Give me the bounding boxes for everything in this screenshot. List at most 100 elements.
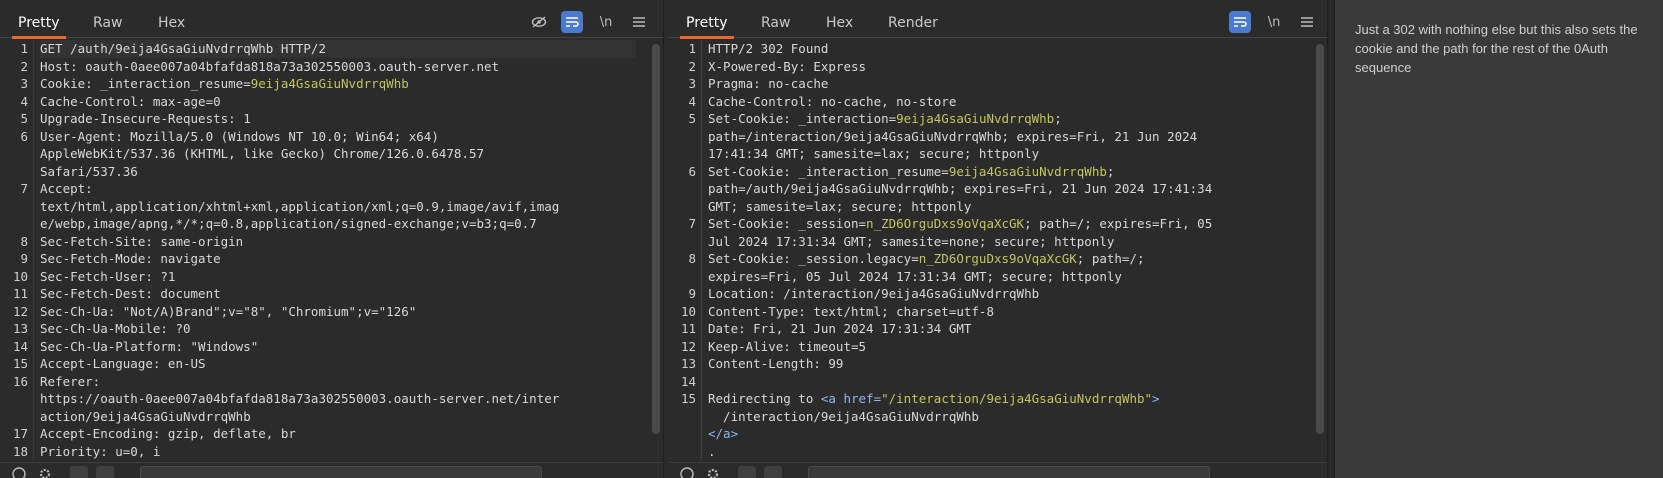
response-scrollbar[interactable] bbox=[1314, 40, 1326, 460]
code-line: 8 Sec-Fetch-Site: same-origin bbox=[20, 233, 636, 251]
line-text: . bbox=[708, 443, 1300, 461]
code-token: Sec-Ch-Ua: "Not/A)Brand";v="8", "Chromiu… bbox=[40, 303, 417, 319]
tab-request-raw[interactable]: Raw bbox=[87, 8, 128, 38]
wrap-icon[interactable] bbox=[561, 11, 583, 33]
code-token: Content-Length: 99 bbox=[708, 356, 844, 371]
settings-icon[interactable] bbox=[38, 466, 56, 478]
code-line: 11 Sec-Fetch-Dest: document bbox=[13, 285, 636, 303]
wrap-icon[interactable] bbox=[1229, 11, 1251, 33]
response-editor[interactable]: 1 HTTP/2 302 Found 2 X-Powered-By: Express 3… bbox=[668, 40, 1314, 460]
line-number: 4 bbox=[20, 93, 28, 109]
line-number: 10 bbox=[680, 303, 696, 319]
tab-response-pretty[interactable]: Pretty bbox=[680, 8, 734, 39]
menu-icon[interactable] bbox=[1296, 11, 1318, 33]
code-token: Priority: u=0, i bbox=[40, 443, 161, 459]
request-code: 1 GET /auth/9eija4GsaGiuNvdrrqWhb HTTP/2 2… bbox=[13, 40, 636, 460]
code-token: ; path=/; bbox=[1076, 251, 1145, 266]
line-text: Accept-Encoding: gzip, deflate, br bbox=[40, 425, 636, 443]
code-token: Safari/537.36 bbox=[40, 163, 138, 179]
line-text: https://oauth-0aee007a04bfafda818a73a302… bbox=[40, 390, 636, 408]
line-text: Set-Cookie: _interaction=9eija4GsaGiuNvd… bbox=[708, 110, 1300, 128]
code-line: 5 Set-Cookie: _interaction=9eija4GsaGiuNv… bbox=[688, 110, 1300, 128]
line-number: 10 bbox=[12, 268, 28, 284]
code-line: 13 Sec-Ch-Ua-Mobile: ?0 bbox=[13, 320, 636, 338]
code-token: Accept-Language: en-US bbox=[40, 356, 206, 371]
code-line: path=/auth/9eija4GsaGiuNvdrrqWhb; expire… bbox=[708, 180, 1300, 198]
code-token: Cookie: _interaction_resume= bbox=[40, 76, 251, 91]
line-text: Set-Cookie: _session=n_ZD6OrguDxs9oVqaXc… bbox=[708, 215, 1300, 233]
search-input[interactable] bbox=[808, 466, 1210, 478]
code-token: <a href= bbox=[820, 391, 882, 406]
code-line: 7 Set-Cookie: _session=n_ZD6OrguDxs9oVqaX… bbox=[688, 215, 1300, 233]
scrollbar-thumb[interactable] bbox=[652, 44, 660, 434]
next-match-icon[interactable] bbox=[96, 466, 114, 478]
code-line: /interaction/9eija4GsaGiuNvdrrqWhb bbox=[708, 408, 1300, 426]
code-line: 15 Redirecting to <a href="/interaction/9… bbox=[681, 390, 1300, 408]
line-number: 9 bbox=[688, 286, 696, 301]
hide-icon[interactable] bbox=[528, 11, 550, 33]
code-line: 6 User-Agent: Mozilla/5.0 (Windows NT 10.… bbox=[20, 128, 636, 146]
code-line: 4 Cache-Control: no-cache, no-store bbox=[688, 93, 1300, 111]
line-number: 2 bbox=[20, 58, 28, 74]
line-number: 3 bbox=[20, 76, 28, 91]
scrollbar-thumb[interactable] bbox=[1316, 44, 1324, 434]
line-number: 5 bbox=[20, 111, 28, 126]
help-icon[interactable] bbox=[680, 466, 698, 478]
code-token: Cache-Control: max-age=0 bbox=[40, 93, 221, 109]
line-text: 17:41:34 GMT; samesite=lax; secure; http… bbox=[708, 145, 1300, 163]
previous-match-icon[interactable] bbox=[70, 466, 88, 478]
line-text: Date: Fri, 21 Jun 2024 17:31:34 GMT bbox=[708, 320, 1300, 338]
code-line: e/webp,image/apng,*/*;q=0.8,application/… bbox=[40, 215, 636, 233]
code-token: Location: /interaction/9eija4GsaGiuNvdrr… bbox=[708, 286, 1040, 301]
code-line: 12 Sec-Ch-Ua: "Not/A)Brand";v="8", "Chrom… bbox=[13, 303, 636, 321]
notes-text[interactable]: Just a 302 with nothing else but this al… bbox=[1355, 20, 1655, 77]
code-line: 3 Pragma: no-cache bbox=[688, 75, 1300, 93]
search-input[interactable] bbox=[140, 466, 542, 478]
tab-response-raw[interactable]: Raw bbox=[755, 8, 796, 38]
newline-icon[interactable]: \n bbox=[1263, 11, 1285, 33]
code-token: > bbox=[1152, 391, 1160, 406]
code-token: Set-Cookie: _session= bbox=[708, 216, 867, 231]
code-token: /interaction/9eija4GsaGiuNvdrrqWhb bbox=[708, 408, 979, 424]
line-number: 7 bbox=[20, 181, 28, 196]
code-token: Cache-Control: no-cache, no-store bbox=[708, 93, 957, 109]
line-text: Cache-Control: no-cache, no-store bbox=[708, 93, 1300, 111]
settings-icon[interactable] bbox=[706, 466, 724, 478]
code-token: 9eija4GsaGiuNvdrrqWhb bbox=[948, 163, 1107, 179]
tab-request-hex[interactable]: Hex bbox=[152, 8, 191, 38]
line-text: Sec-Fetch-User: ?1 bbox=[40, 268, 636, 286]
code-token: GMT; samesite=lax; secure; httponly bbox=[708, 198, 972, 214]
line-text: path=/interaction/9eija4GsaGiuNvdrrqWhb;… bbox=[708, 128, 1300, 146]
code-token: Host: oauth-0aee007a04bfafda818a73a30255… bbox=[40, 58, 500, 74]
code-token: Sec-Fetch-Site: same-origin bbox=[40, 233, 244, 249]
line-text: Location: /interaction/9eija4GsaGiuNvdrr… bbox=[708, 285, 1300, 303]
code-line: Jul 2024 17:31:34 GMT; samesite=none; se… bbox=[708, 233, 1300, 251]
tab-response-hex[interactable]: Hex bbox=[820, 8, 859, 38]
code-token: X-Powered-By: Express bbox=[708, 58, 867, 74]
line-number: 5 bbox=[688, 111, 696, 126]
code-token: . bbox=[708, 443, 716, 459]
line-text bbox=[708, 373, 1300, 391]
request-scrollbar[interactable] bbox=[650, 40, 662, 460]
code-line: 2 X-Powered-By: Express bbox=[688, 58, 1300, 76]
tab-response-render[interactable]: Render bbox=[882, 8, 944, 38]
line-number: 8 bbox=[20, 233, 28, 249]
line-number: 11 bbox=[12, 286, 28, 301]
line-number: 7 bbox=[688, 216, 696, 231]
menu-icon[interactable] bbox=[628, 11, 650, 33]
code-token: Set-Cookie: _session.legacy= bbox=[708, 251, 919, 266]
code-token: Sec-Fetch-User: ?1 bbox=[40, 268, 176, 284]
code-line: 9 Sec-Fetch-Mode: navigate bbox=[20, 250, 636, 268]
tab-request-pretty[interactable]: Pretty bbox=[12, 8, 66, 39]
newline-icon[interactable]: \n bbox=[595, 11, 617, 33]
code-token: Keep-Alive: timeout=5 bbox=[708, 338, 867, 354]
code-line: 17:41:34 GMT; samesite=lax; secure; http… bbox=[708, 145, 1300, 163]
code-token: path=/auth/9eija4GsaGiuNvdrrqWhb; expire… bbox=[708, 181, 1213, 196]
next-match-icon[interactable] bbox=[764, 466, 782, 478]
line-text: GMT; samesite=lax; secure; httponly bbox=[708, 198, 1300, 216]
code-line: 1 GET /auth/9eija4GsaGiuNvdrrqWhb HTTP/2 bbox=[20, 40, 636, 58]
request-editor[interactable]: 1 GET /auth/9eija4GsaGiuNvdrrqWhb HTTP/2 2… bbox=[0, 40, 650, 460]
line-number: 12 bbox=[680, 338, 696, 354]
help-icon[interactable] bbox=[12, 466, 30, 478]
previous-match-icon[interactable] bbox=[738, 466, 756, 478]
